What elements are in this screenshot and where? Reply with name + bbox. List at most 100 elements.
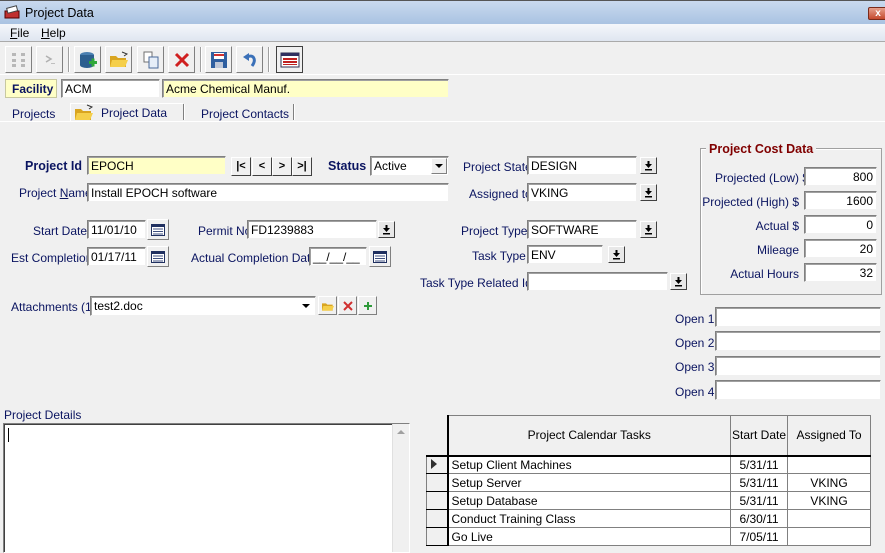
status-value: Active <box>374 159 407 173</box>
org-chart-button[interactable] <box>5 46 32 73</box>
save-button[interactable] <box>205 46 232 73</box>
calendar-button[interactable] <box>276 46 303 73</box>
table-row[interactable]: Setup Database 5/31/11 VKING <box>426 491 871 510</box>
open-folder-icon <box>75 104 94 120</box>
prev-record-button[interactable]: < <box>252 157 272 176</box>
open-1-input[interactable] <box>715 307 881 327</box>
actual-completion-input[interactable]: __/__/__ <box>309 247 367 266</box>
task-name-cell[interactable]: Setup Server <box>447 473 731 492</box>
project-name-input[interactable]: Install EPOCH software <box>87 183 449 202</box>
menu-bar: File Help <box>0 24 885 42</box>
start-date-input[interactable]: 11/01/10 <box>87 220 146 239</box>
down-arrow-bar-icon <box>645 187 652 197</box>
start-date-cell[interactable]: 5/31/11 <box>729 455 789 474</box>
open-3-input[interactable] <box>715 356 881 376</box>
assigned-to-label: Assigned to <box>469 187 532 201</box>
project-state-lookup-button[interactable] <box>640 157 657 174</box>
project-type-lookup-button[interactable] <box>640 221 657 238</box>
task-name-cell[interactable]: Setup Database <box>447 491 731 510</box>
open-attachment-button[interactable] <box>318 296 337 315</box>
assigned-to-input[interactable]: VKING <box>527 183 637 202</box>
start-date-calendar-button[interactable] <box>147 219 169 240</box>
attachments-dropdown-button[interactable] <box>298 298 314 314</box>
task-name-cell[interactable]: Setup Client Machines <box>447 455 731 474</box>
vertical-scrollbar[interactable] <box>392 424 409 552</box>
table-row[interactable]: Go Live 7/05/11 <box>426 527 871 546</box>
table-row[interactable]: Setup Server 5/31/11 VKING <box>426 473 871 492</box>
tab-divider <box>183 104 185 120</box>
projected-high-input[interactable]: 1600 <box>804 191 877 210</box>
tasks-header-row: Project Calendar Tasks Start Date Assign… <box>426 415 871 457</box>
delete-icon <box>342 300 353 311</box>
assigned-to-cell[interactable] <box>787 509 871 528</box>
task-type-related-id-lookup-button[interactable] <box>670 273 687 290</box>
col-header-task[interactable]: Project Calendar Tasks <box>447 415 731 457</box>
permit-no-lookup-button[interactable] <box>378 221 395 238</box>
table-row[interactable]: Conduct Training Class 6/30/11 <box>426 509 871 528</box>
project-state-label: Project State <box>463 160 532 174</box>
permit-no-label: Permit No <box>198 224 252 238</box>
permit-no-input[interactable]: FD1239883 <box>247 220 377 239</box>
project-id-input[interactable]: EPOCH <box>87 156 226 175</box>
status-dropdown-button[interactable] <box>431 158 447 174</box>
command-button[interactable] <box>36 46 63 73</box>
est-completion-calendar-button[interactable] <box>147 246 169 267</box>
open-2-label: Open 2 <box>675 336 715 350</box>
mileage-input[interactable]: 20 <box>804 239 877 258</box>
task-type-input[interactable]: ENV <box>527 245 603 264</box>
toolbar-separator <box>200 47 202 72</box>
tab-project-data[interactable]: Project Data <box>70 103 183 122</box>
add-attachment-button[interactable] <box>358 296 377 315</box>
col-header-assigned-to[interactable]: Assigned To <box>787 415 871 457</box>
menu-help[interactable]: Help <box>41 26 66 40</box>
task-name-cell[interactable]: Conduct Training Class <box>447 509 731 528</box>
start-date-cell[interactable]: 7/05/11 <box>729 527 789 546</box>
actual-cost-input[interactable]: 0 <box>804 215 877 234</box>
start-date-cell[interactable]: 5/31/11 <box>729 491 789 510</box>
open-4-input[interactable] <box>715 380 881 400</box>
tab-strip-border <box>0 121 885 122</box>
actual-completion-label: Actual Completion Date <box>191 251 318 265</box>
delete-button[interactable] <box>168 46 195 73</box>
scroll-up-icon[interactable] <box>397 430 405 435</box>
app-icon <box>4 5 20 19</box>
menu-help-accel: H <box>41 26 50 40</box>
assigned-to-cell[interactable] <box>787 527 871 546</box>
task-name-cell[interactable]: Go Live <box>447 527 731 546</box>
open-2-input[interactable] <box>715 331 881 351</box>
text-caret <box>8 428 9 442</box>
open-button[interactable] <box>105 46 132 73</box>
assigned-to-cell[interactable]: VKING <box>787 491 871 510</box>
close-button[interactable]: x <box>868 7 885 20</box>
project-state-input[interactable]: DESIGN <box>527 156 637 175</box>
next-record-button[interactable]: > <box>272 157 292 176</box>
project-name-label-pre: Project <box>19 186 60 200</box>
projected-low-input[interactable]: 800 <box>804 167 877 186</box>
actual-completion-calendar-button[interactable] <box>369 246 391 267</box>
table-row[interactable]: Setup Client Machines 5/31/11 <box>426 455 871 474</box>
facility-code-input[interactable]: ACM <box>61 79 160 98</box>
calendar-icon <box>151 223 165 236</box>
task-type-lookup-button[interactable] <box>608 246 625 263</box>
add-record-button[interactable] <box>74 46 101 73</box>
copy-button[interactable] <box>137 46 164 73</box>
status-select[interactable]: Active <box>370 156 449 176</box>
assigned-to-cell[interactable]: VKING <box>787 473 871 492</box>
attachments-select[interactable]: test2.doc <box>90 296 316 316</box>
last-record-button[interactable]: >| <box>292 157 312 176</box>
task-type-related-id-input[interactable] <box>527 272 668 291</box>
start-date-cell[interactable]: 6/30/11 <box>729 509 789 528</box>
delete-attachment-button[interactable] <box>338 296 357 315</box>
assigned-to-cell[interactable] <box>787 455 871 474</box>
actual-hours-input[interactable]: 32 <box>804 263 877 282</box>
menu-file[interactable]: File <box>10 26 29 40</box>
first-record-button[interactable]: |< <box>231 157 251 176</box>
assigned-to-lookup-button[interactable] <box>640 184 657 201</box>
project-details-textarea[interactable] <box>3 423 410 553</box>
project-type-input[interactable]: SOFTWARE <box>527 220 637 239</box>
col-header-start-date[interactable]: Start Date <box>729 415 789 457</box>
row-indicator <box>426 473 449 492</box>
est-completion-input[interactable]: 01/17/11 <box>87 247 146 266</box>
undo-button[interactable] <box>236 46 263 73</box>
start-date-cell[interactable]: 5/31/11 <box>729 473 789 492</box>
